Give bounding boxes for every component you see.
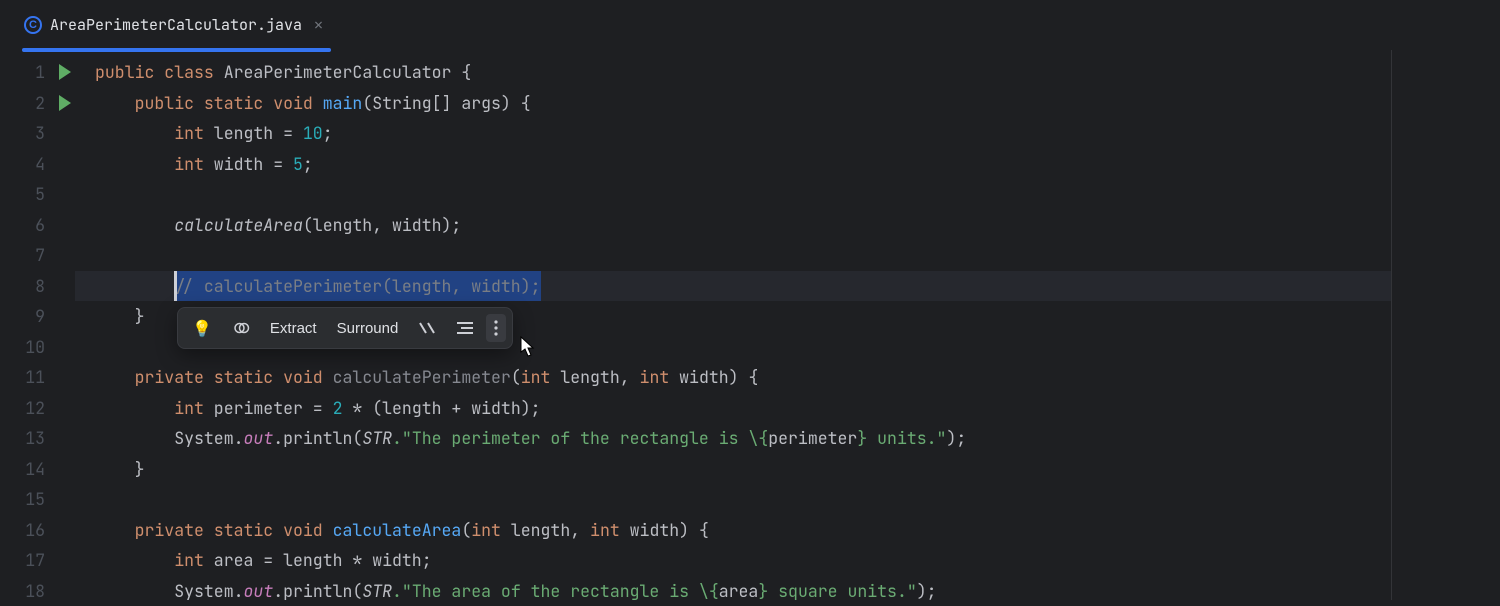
class-file-icon: C	[24, 16, 42, 34]
code-line	[95, 179, 1391, 210]
reformat-icon[interactable]	[448, 315, 482, 341]
code-line: calculateArea(length, width);	[95, 210, 1391, 241]
tab-file[interactable]: C AreaPerimeterCalculator.java ✕	[12, 1, 339, 49]
run-icon[interactable]	[59, 95, 71, 111]
line-number: 13	[0, 423, 75, 454]
line-number: 5	[0, 179, 75, 210]
bulb-icon[interactable]: 💡	[184, 312, 220, 345]
code-line: System.out.println(STR."The area of the …	[95, 576, 1391, 606]
line-number: 6	[0, 210, 75, 241]
line-number: 4	[0, 149, 75, 180]
line-number: 1	[0, 57, 75, 88]
gutter: 1 2 3 4 5 6 7 8 9 10 11 12 13 14 15 16 1…	[0, 50, 75, 600]
extract-button[interactable]: Extract	[262, 314, 325, 343]
code-line: public class AreaPerimeterCalculator {	[95, 57, 1391, 88]
code-line: int area = length * width;	[95, 545, 1391, 576]
ai-assist-icon[interactable]	[224, 313, 258, 343]
line-number: 14	[0, 454, 75, 485]
code-line: private static void calculatePerimeter(i…	[95, 362, 1391, 393]
line-number: 8	[0, 271, 75, 302]
code-line-selected: // calculatePerimeter(length, width);	[75, 271, 1391, 302]
line-number: 18	[0, 576, 75, 606]
code-line: int perimeter = 2 * (length + width);	[95, 393, 1391, 424]
surround-button[interactable]: Surround	[329, 314, 407, 343]
line-number: 7	[0, 240, 75, 271]
line-number: 16	[0, 515, 75, 546]
intention-popup: 💡 Extract Surround	[177, 307, 513, 349]
tab-bar: C AreaPerimeterCalculator.java ✕	[0, 0, 1500, 50]
code-line: System.out.println(STR."The perimeter of…	[95, 423, 1391, 454]
code-line: private static void calculateArea(int le…	[95, 515, 1391, 546]
line-number: 17	[0, 545, 75, 576]
caret	[174, 271, 177, 302]
line-number: 12	[0, 393, 75, 424]
code-line: }	[95, 454, 1391, 485]
comment-icon[interactable]	[410, 315, 444, 341]
line-number: 15	[0, 484, 75, 515]
line-number: 3	[0, 118, 75, 149]
close-icon[interactable]: ✕	[310, 13, 327, 37]
line-number: 11	[0, 362, 75, 393]
run-icon[interactable]	[59, 64, 71, 80]
code-line: public static void main(String[] args) {	[95, 88, 1391, 119]
line-number: 10	[0, 332, 75, 363]
code-line	[95, 484, 1391, 515]
more-icon[interactable]	[486, 314, 506, 342]
line-number: 2	[0, 88, 75, 119]
code-line: int length = 10;	[95, 118, 1391, 149]
tab-label: AreaPerimeterCalculator.java	[50, 15, 302, 35]
code-line	[95, 240, 1391, 271]
line-number: 9	[0, 301, 75, 332]
code-line: int width = 5;	[95, 149, 1391, 180]
